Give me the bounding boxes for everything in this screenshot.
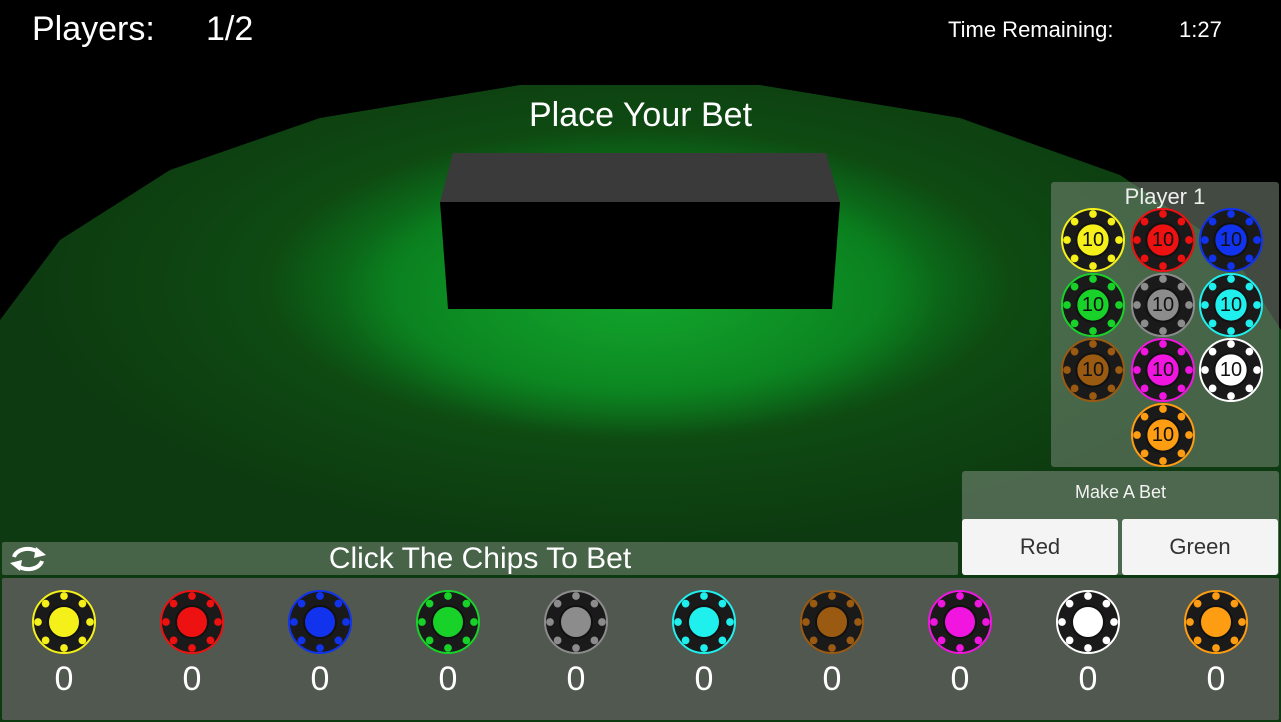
players-label: Players:: [32, 10, 155, 48]
tray-chip-count: 0: [438, 660, 458, 698]
chip-value-label: 10: [1219, 359, 1243, 381]
player-chip-cyan[interactable]: 10: [1199, 273, 1263, 342]
tray-chip-count: 0: [1078, 660, 1098, 698]
player-chip-orange[interactable]: 10: [1131, 403, 1195, 472]
chip-value-label: 10: [1151, 424, 1175, 446]
tray-chip-icon[interactable]: [1184, 590, 1248, 654]
player-chip-brown[interactable]: 10: [1061, 338, 1125, 407]
tray-chip-count: 0: [694, 660, 714, 698]
player-panel: Player 1 10 10 10 10 10 10 10 10 10 10: [1051, 182, 1279, 467]
time-label: Time Remaining:: [948, 17, 1114, 42]
tray-slot[interactable]: 0: [260, 578, 380, 720]
dealer-box-front: [440, 202, 840, 309]
make-bet-title: Make A Bet: [1074, 482, 1167, 502]
bet-green-button[interactable]: Green: [1122, 519, 1278, 575]
tray-chip-count: 0: [950, 660, 970, 698]
players-counter: Players: 1/2: [32, 10, 253, 49]
tray-chip-count: 0: [566, 660, 586, 698]
tray-chip-icon[interactable]: [1056, 590, 1120, 654]
hint-bar: Click The Chips To Bet: [2, 542, 958, 575]
tray-chip-icon[interactable]: [800, 590, 864, 654]
make-bet-panel: Make A Bet Red Green: [962, 471, 1279, 575]
chip-value-label: 10: [1219, 229, 1243, 251]
tray-chip-icon[interactable]: [672, 590, 736, 654]
tray-slot[interactable]: 0: [1028, 578, 1148, 720]
players-value: 1/2: [206, 10, 254, 48]
hint-text: Click The Chips To Bet: [328, 542, 632, 575]
tray-chip-count: 0: [310, 660, 330, 698]
table-title: Place Your Bet: [528, 96, 753, 134]
chip-value-label: 10: [1151, 359, 1175, 381]
chip-value-label: 10: [1081, 294, 1105, 316]
bet-red-button[interactable]: Red: [962, 519, 1118, 575]
tray-chip-icon[interactable]: [544, 590, 608, 654]
player-chip-green[interactable]: 10: [1061, 273, 1125, 342]
time-remaining: Time Remaining: 1:27: [948, 17, 1222, 43]
time-value: 1:27: [1179, 17, 1222, 42]
player-chip-yellow[interactable]: 10: [1061, 208, 1125, 277]
dealer-box-top: [440, 153, 840, 202]
chip-value-label: 10: [1081, 359, 1105, 381]
tray-slot[interactable]: 0: [4, 578, 124, 720]
chip-tray: 0 0 0 0 0 0 0 0 0 0: [2, 578, 1279, 720]
tray-chip-icon[interactable]: [416, 590, 480, 654]
tray-slot[interactable]: 0: [516, 578, 636, 720]
tray-chip-count: 0: [182, 660, 202, 698]
chip-value-label: 10: [1151, 294, 1175, 316]
tray-chip-icon[interactable]: [928, 590, 992, 654]
tray-chip-icon[interactable]: [288, 590, 352, 654]
player-chip-magenta[interactable]: 10: [1131, 338, 1195, 407]
player-chip-gray[interactable]: 10: [1131, 273, 1195, 342]
chip-value-label: 10: [1081, 229, 1105, 251]
tray-slot[interactable]: 0: [388, 578, 508, 720]
player-panel-title: Player 1: [1124, 184, 1206, 209]
tray-slot[interactable]: 0: [1156, 578, 1276, 720]
tray-slot[interactable]: 0: [772, 578, 892, 720]
tray-slot[interactable]: 0: [644, 578, 764, 720]
tray-chip-count: 0: [54, 660, 74, 698]
player-chip-blue[interactable]: 10: [1199, 208, 1263, 277]
tray-chip-icon[interactable]: [160, 590, 224, 654]
tray-slot[interactable]: 0: [132, 578, 252, 720]
tray-chip-count: 0: [1206, 660, 1226, 698]
chip-value-label: 10: [1219, 294, 1243, 316]
player-chip-red[interactable]: 10: [1131, 208, 1195, 277]
player-chip-white[interactable]: 10: [1199, 338, 1263, 407]
tray-slot[interactable]: 0: [900, 578, 1020, 720]
tray-chip-count: 0: [822, 660, 842, 698]
tray-chip-icon[interactable]: [32, 590, 96, 654]
chip-value-label: 10: [1151, 229, 1175, 251]
